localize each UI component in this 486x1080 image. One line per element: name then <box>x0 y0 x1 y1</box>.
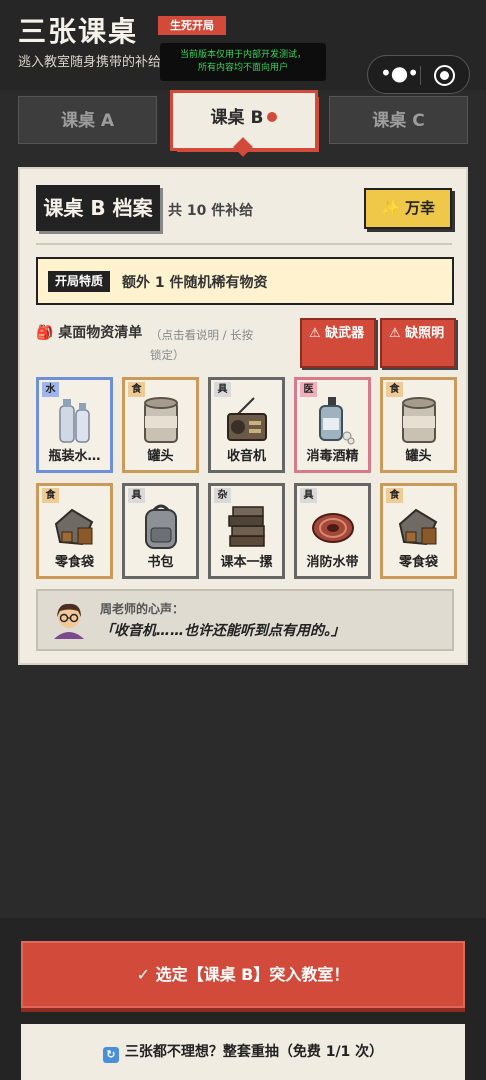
trait-text: 额外 1 件随机稀有物资 <box>122 275 268 291</box>
capsule-divider <box>420 66 421 85</box>
item-card[interactable]: 具 消防水带 <box>294 483 371 579</box>
tab-desk-c-label: 课桌 C <box>372 111 425 131</box>
section-hint: （点击看说明 / 长按锁定） <box>150 328 254 362</box>
item-name: 课本一摞 <box>220 555 273 570</box>
notice-line-1: 当前版本仅用于内部开发测试， <box>179 50 306 60</box>
tab-desk-a[interactable]: 课桌 A <box>18 96 157 144</box>
item-card[interactable]: 食 零食袋 <box>380 483 457 579</box>
fire-hose-icon <box>312 513 354 543</box>
item-card[interactable]: 医 消毒酒精 <box>294 377 371 473</box>
reroll-label: 三张都不理想？整套重抽（免费 1/1 次） <box>124 1044 384 1060</box>
divider <box>36 243 452 245</box>
water-bottle-icon <box>59 399 90 443</box>
more-icon[interactable]: •●• <box>380 61 419 85</box>
item-card[interactable]: 食 罐头 <box>122 377 199 473</box>
dev-notice: 当前版本仅用于内部开发测试， 所有内容均不面向用户 <box>160 43 326 81</box>
opening-trait: 开局特质 额外 1 件随机稀有物资 <box>36 257 454 305</box>
voice-speaker: 周老师的心声： <box>100 602 185 616</box>
can-icon <box>402 397 436 443</box>
item-name: 书包 <box>147 555 174 570</box>
tab-desk-a-label: 课桌 A <box>60 111 115 131</box>
tab-desk-b-label: 课桌 B <box>210 108 264 128</box>
active-dot-icon <box>267 112 278 122</box>
reroll-button[interactable]: ↻ 三张都不理想？整套重抽（免费 1/1 次） <box>21 1024 465 1080</box>
close-target-icon[interactable] <box>434 65 455 86</box>
item-name: 消毒酒精 <box>306 449 359 464</box>
item-name: 零食袋 <box>54 555 94 570</box>
item-card[interactable]: 具 书包 <box>122 483 199 579</box>
item-card[interactable]: 食 零食袋 <box>36 483 113 579</box>
tab-desk-c[interactable]: 课桌 C <box>329 96 468 144</box>
voice-quote: 「收音机……也许还能听到点有用的。」 <box>100 623 345 639</box>
item-card[interactable]: 食 罐头 <box>380 377 457 473</box>
sanitizer-icon <box>319 397 355 445</box>
card-title: 课桌 B 档案 <box>36 185 160 231</box>
section-title: 🎒 桌面物资清单 <box>36 325 143 341</box>
notice-line-2: 所有内容均不面向用户 <box>197 63 288 73</box>
books-icon <box>228 506 265 547</box>
supply-count: 共 10 件补给 <box>168 203 254 219</box>
warning-no-light[interactable]: ⚠ 缺照明 <box>380 318 456 368</box>
page-title: 三张课桌 <box>18 15 139 48</box>
teacher-avatar-icon <box>54 603 84 639</box>
item-card[interactable]: 水 瓶装水… <box>36 377 113 473</box>
backpack-icon <box>145 504 177 549</box>
luck-button[interactable]: ✨ 万幸 <box>364 188 452 229</box>
item-card[interactable]: 杂 课本一摞 <box>208 483 285 579</box>
page-subtitle: 逃入教室随身携带的补给 <box>18 55 162 70</box>
snack-bag-icon <box>398 508 438 546</box>
item-name: 罐头 <box>405 449 432 464</box>
radio-icon <box>227 397 267 441</box>
miniapp-capsule: •●• <box>367 55 470 94</box>
warning-no-weapon[interactable]: ⚠ 缺武器 <box>300 318 376 368</box>
desk-profile-panel: 课桌 B 档案 共 10 件补给 ✨ 万幸 开局特质 额外 1 件随机稀有物资 … <box>18 167 468 665</box>
teacher-voice: 周老师的心声： 「收音机……也许还能听到点有用的。」 <box>36 589 454 651</box>
item-card[interactable]: 具 收音机 <box>208 377 285 473</box>
item-name: 瓶装水… <box>48 449 101 464</box>
reroll-icon: ↻ <box>102 1047 119 1063</box>
item-name: 消防水带 <box>306 555 359 570</box>
trait-tag: 开局特质 <box>48 271 110 292</box>
confirm-desk-button[interactable]: ✓ 选定【课桌 B】突入教室！ <box>21 941 465 1008</box>
can-icon <box>144 397 178 443</box>
item-name: 收音机 <box>226 449 266 464</box>
mode-badge: 生死开局 <box>158 16 226 35</box>
item-name: 罐头 <box>147 449 174 464</box>
item-name: 零食袋 <box>398 555 438 570</box>
snack-bag-icon <box>54 508 94 546</box>
